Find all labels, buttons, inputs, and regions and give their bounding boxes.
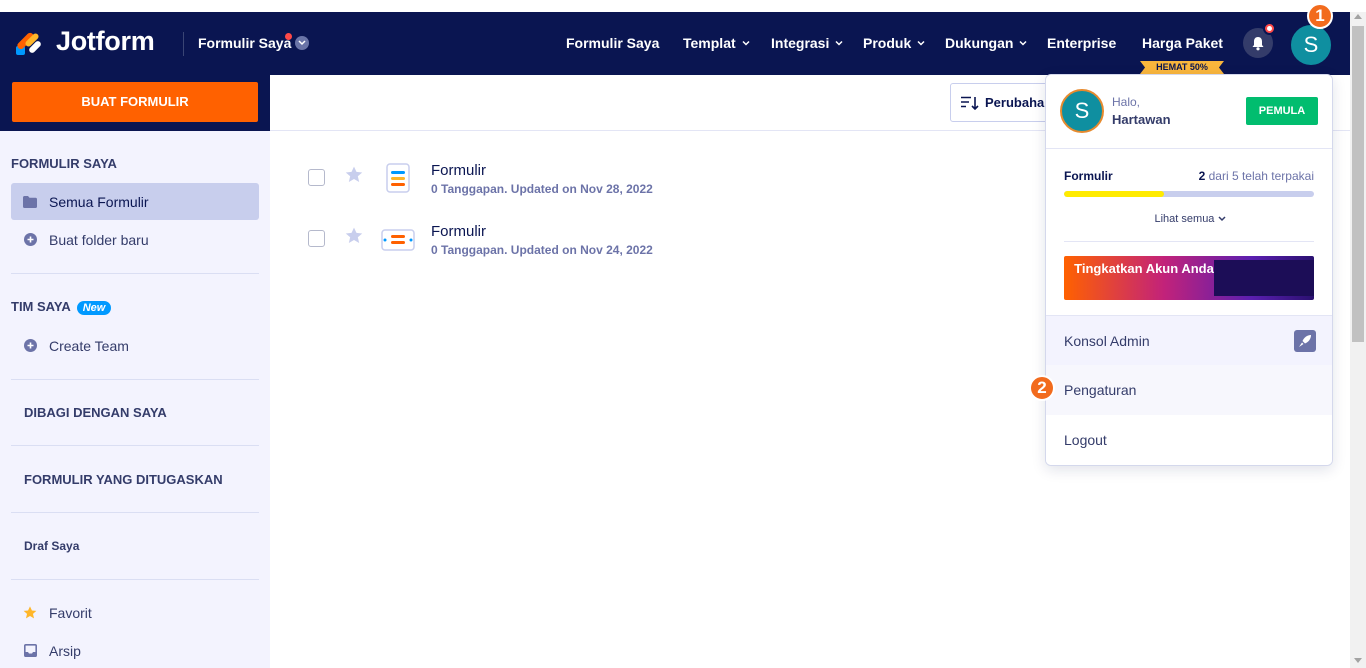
nav-produk[interactable]: Produk: [863, 35, 925, 51]
page: Jotform Formulir Saya Formulir Saya Temp…: [0, 0, 1366, 668]
account-header: S Halo, Hartawan PEMULA: [1046, 75, 1332, 148]
menu-divider: [1046, 148, 1332, 149]
upgrade-banner-text: Tingkatkan Akun Anda: [1074, 261, 1214, 276]
step-marker-2: 2: [1029, 375, 1055, 401]
sidebar-item-label: Semua Formulir: [49, 193, 149, 210]
scroll-up-arrow-icon[interactable]: [1354, 14, 1362, 19]
chevron-down-icon: [1217, 216, 1226, 222]
scrollbar-thumb[interactable]: [1352, 26, 1364, 342]
account-avatar: S: [1060, 89, 1104, 133]
logo-text: Jotform: [56, 26, 155, 56]
sidebar-divider: [11, 445, 259, 446]
scroll-down-arrow-icon[interactable]: [1354, 658, 1362, 663]
bell-icon: [1252, 36, 1264, 50]
form-meta: 0 Tanggapan. Updated on Nov 28, 2022: [431, 182, 653, 196]
form-list-item[interactable]: Formulir 0 Tanggapan. Updated on Nov 28,…: [308, 160, 808, 200]
form-card-icon: [381, 229, 415, 251]
menu-divider: [1064, 241, 1314, 242]
nav-dukungan[interactable]: Dukungan: [945, 35, 1027, 51]
nav-templat[interactable]: Templat: [683, 35, 750, 51]
sidebar: BUAT FORMULIR FORMULIR SAYA Semua Formul…: [0, 75, 270, 668]
sidebar-item-assigned-forms[interactable]: FORMULIR YANG DITUGASKAN: [24, 472, 223, 487]
upgrade-banner-graphic: [1214, 260, 1314, 296]
menu-item-logout[interactable]: Logout: [1046, 415, 1332, 465]
usage-value: 2 dari 5 telah terpakai: [1198, 169, 1314, 183]
sidebar-item-shared-with-me[interactable]: DIBAGI DENGAN SAYA: [24, 405, 167, 420]
usage-progress-bar: [1064, 191, 1314, 197]
chevron-down-icon: [295, 36, 310, 50]
sidebar-item-create-team[interactable]: Create Team: [11, 327, 259, 364]
promo-badge: HEMAT 50%: [1140, 61, 1224, 74]
favorite-star-icon[interactable]: [345, 227, 363, 244]
create-form-button[interactable]: BUAT FORMULIR: [12, 82, 258, 122]
form-select-checkbox[interactable]: [308, 230, 325, 247]
sidebar-item-label: Arsip: [49, 642, 81, 659]
sidebar-item-archive[interactable]: Arsip: [11, 632, 259, 668]
favorite-star-icon[interactable]: [345, 166, 363, 183]
nav-formulir-saya[interactable]: Formulir Saya: [566, 35, 659, 51]
form-title[interactable]: Formulir: [431, 223, 486, 240]
sidebar-divider: [11, 273, 259, 274]
plus-circle-icon: [23, 339, 37, 353]
form-meta: 0 Tanggapan. Updated on Nov 24, 2022: [431, 243, 653, 257]
sort-icon: [961, 96, 979, 110]
account-avatar-button[interactable]: S: [1289, 23, 1333, 67]
sort-button[interactable]: Perubahan: [950, 83, 1060, 122]
sort-button-label: Perubahan: [985, 95, 1053, 110]
myforms-dropdown-label: Formulir Saya: [198, 35, 292, 51]
plus-circle-icon: [23, 233, 37, 247]
user-name: Hartawan: [1112, 112, 1171, 127]
nav-enterprise[interactable]: Enterprise: [1047, 35, 1116, 51]
sidebar-item-drafts[interactable]: Draf Saya: [24, 539, 79, 553]
chevron-down-icon: [835, 40, 843, 46]
upgrade-account-banner[interactable]: Tingkatkan Akun Anda: [1064, 256, 1314, 300]
star-icon: [23, 606, 37, 620]
sidebar-divider: [11, 579, 259, 580]
step-marker-1: 1: [1307, 3, 1333, 29]
usage-progress-fill: [1064, 191, 1164, 197]
jotform-logo[interactable]: Jotform: [16, 26, 155, 57]
logo-divider: [183, 32, 184, 56]
nav-harga-paket[interactable]: Harga Paket: [1142, 35, 1223, 51]
browser-strip: [0, 0, 1366, 12]
section-title-my-team: TIM SAYA New: [11, 299, 112, 315]
plan-badge[interactable]: PEMULA: [1246, 97, 1318, 125]
sidebar-item-label: Create Team: [49, 337, 129, 354]
menu-item-admin-console[interactable]: Konsol Admin: [1046, 315, 1332, 365]
sidebar-item-label: Favorit: [49, 604, 92, 621]
account-dropdown-menu: S Halo, Hartawan PEMULA Formulir 2 dari …: [1045, 74, 1333, 466]
chevron-down-icon: [1019, 40, 1027, 46]
greeting-text: Halo,: [1112, 95, 1141, 109]
myforms-dropdown[interactable]: Formulir Saya: [198, 33, 310, 51]
jotform-logo-icon: [16, 32, 41, 55]
see-all-usage-link[interactable]: Lihat semua: [1046, 213, 1332, 225]
form-list-icon: [386, 163, 410, 193]
sidebar-item-new-folder[interactable]: Buat folder baru: [11, 221, 259, 258]
menu-item-settings[interactable]: Pengaturan: [1046, 365, 1332, 415]
archive-icon: [23, 644, 37, 658]
rocket-icon: [1294, 330, 1316, 352]
sidebar-item-favorites[interactable]: Favorit: [11, 594, 259, 631]
folder-icon: [23, 195, 37, 209]
new-badge: New: [76, 301, 112, 315]
sidebar-item-all-forms[interactable]: Semua Formulir: [11, 183, 259, 220]
notification-dot: [285, 33, 292, 40]
sidebar-divider: [11, 379, 259, 380]
chevron-down-icon: [917, 40, 925, 46]
form-select-checkbox[interactable]: [308, 169, 325, 186]
nav-integrasi[interactable]: Integrasi: [771, 35, 843, 51]
usage-label: Formulir: [1064, 169, 1113, 183]
chevron-down-icon: [742, 40, 750, 46]
form-list-item[interactable]: Formulir 0 Tanggapan. Updated on Nov 24,…: [308, 221, 808, 261]
sidebar-item-label: Buat folder baru: [49, 231, 149, 248]
notification-count-dot: [1263, 22, 1276, 35]
section-title-my-forms: FORMULIR SAYA: [11, 156, 117, 171]
form-title[interactable]: Formulir: [431, 162, 486, 179]
sidebar-divider: [11, 512, 259, 513]
